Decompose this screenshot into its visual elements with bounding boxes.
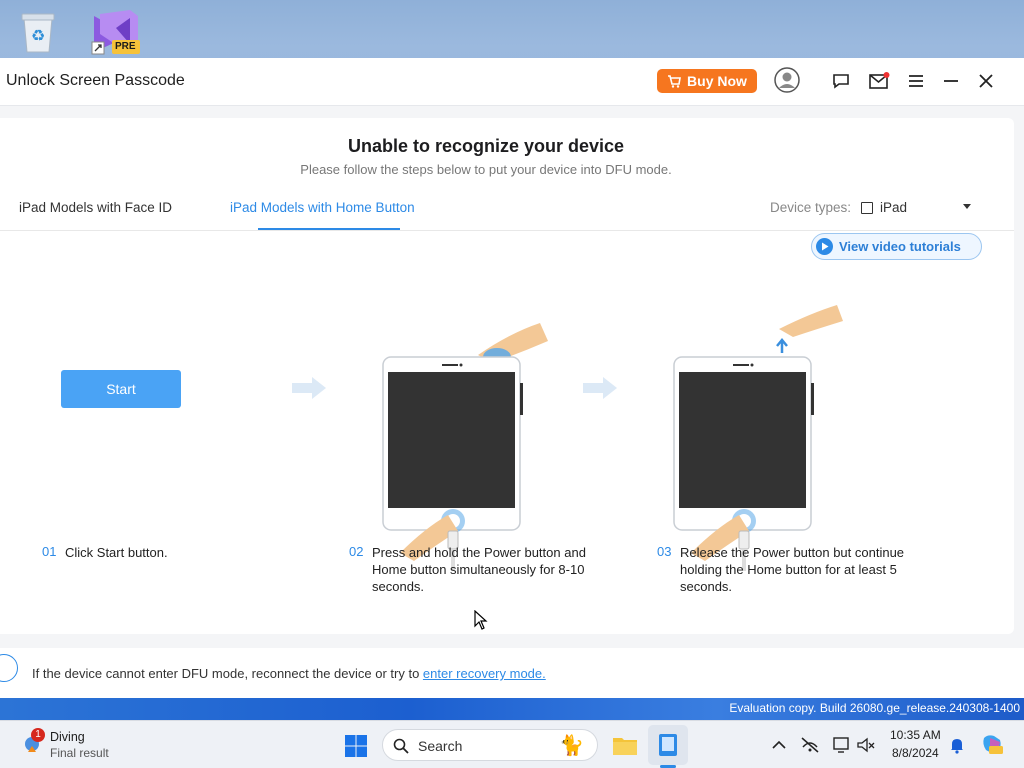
step-number: 01 — [42, 544, 57, 559]
recycle-bin-icon[interactable]: ♻ — [16, 8, 66, 56]
arrow-right-icon — [583, 377, 617, 399]
desktop-wallpaper-strip: Evaluation copy. Build 26080.ge_release.… — [0, 698, 1024, 720]
footer-hint: If the device cannot enter DFU mode, rec… — [32, 666, 546, 681]
taskbar-search[interactable]: Search 🐈 — [382, 729, 598, 761]
chevron-down-icon[interactable] — [963, 204, 971, 209]
step-number: 02 — [349, 544, 364, 559]
clock-time[interactable]: 10:35 AM — [890, 728, 941, 742]
tab-face-id[interactable]: iPad Models with Face ID — [19, 200, 172, 215]
widget-title[interactable]: Diving — [50, 730, 85, 744]
account-avatar-icon[interactable] — [774, 67, 800, 93]
ipad-illustration-step3 — [673, 305, 843, 571]
taskbar: 1 Diving Final result Search 🐈 10:35 AM … — [0, 720, 1024, 768]
step-number: 03 — [657, 544, 672, 559]
search-icon — [393, 738, 409, 754]
enter-recovery-mode-link[interactable]: enter recovery mode. — [423, 666, 546, 681]
device-type-checkbox[interactable] — [861, 202, 873, 214]
footer-bar: If the device cannot enter DFU mode, rec… — [0, 648, 1024, 698]
title-bar: Unlock Screen Passcode Buy Now — [0, 58, 1024, 106]
dfu-panel: Unable to recognize your device Please f… — [0, 118, 1014, 634]
visual-studio-preview-icon[interactable]: PRE — [90, 8, 140, 56]
close-icon[interactable] — [975, 70, 997, 92]
tabs-divider — [0, 230, 1014, 231]
copilot-icon[interactable] — [980, 732, 1004, 756]
volume-muted-icon[interactable] — [856, 735, 876, 755]
help-circle-icon — [0, 654, 18, 682]
device-type-value[interactable]: iPad — [880, 200, 907, 215]
page-title: Unable to recognize your device — [347, 136, 625, 156]
display-icon[interactable] — [832, 735, 852, 755]
window-title: Unlock Screen Passcode — [6, 72, 185, 89]
cart-icon — [668, 74, 681, 88]
play-icon — [816, 238, 833, 255]
mouse-cursor-icon — [474, 610, 488, 630]
start-button[interactable]: Start — [61, 370, 181, 408]
tab-home-button[interactable]: iPad Models with Home Button — [230, 200, 415, 215]
network-offline-icon[interactable] — [800, 735, 820, 755]
windows-start-icon[interactable] — [344, 734, 368, 758]
search-highlight-cat-icon: 🐈 — [559, 735, 584, 757]
notification-badge: 1 — [31, 728, 45, 742]
step-text: Click Start button. — [65, 545, 168, 560]
widget-subtitle[interactable]: Final result — [50, 746, 109, 760]
svg-text:♻: ♻ — [31, 26, 45, 45]
unlock-app-taskbar-icon[interactable] — [654, 731, 682, 759]
view-video-tutorials-button[interactable]: View video tutorials — [811, 233, 982, 260]
buy-now-button[interactable]: Buy Now — [657, 69, 757, 93]
buy-now-label: Buy Now — [687, 73, 747, 89]
step-text: Release the Power button but continue ho… — [680, 545, 905, 594]
minimize-icon[interactable] — [940, 70, 962, 92]
menu-icon[interactable] — [905, 70, 927, 92]
mail-icon[interactable] — [868, 70, 890, 92]
video-tutorials-label: View video tutorials — [839, 239, 961, 254]
clock-date[interactable]: 8/8/2024 — [892, 746, 939, 760]
arrow-right-icon — [292, 377, 326, 399]
evaluation-watermark: Evaluation copy. Build 26080.ge_release.… — [729, 701, 1020, 715]
device-types-label: Device types: — [770, 200, 852, 215]
file-explorer-icon[interactable] — [611, 731, 639, 759]
search-placeholder: Search — [418, 738, 463, 754]
step-text: Press and hold the Power button and Home… — [372, 545, 586, 594]
app-window: Unlock Screen Passcode Buy Now Unable to… — [0, 58, 1024, 720]
feedback-icon[interactable] — [830, 70, 852, 92]
notification-bell-icon[interactable] — [947, 735, 967, 755]
chevron-up-icon[interactable] — [769, 735, 789, 755]
ipad-illustration-step2 — [382, 323, 548, 571]
footer-hint-text: If the device cannot enter DFU mode, rec… — [32, 666, 423, 681]
page-subtitle: Please follow the steps below to put you… — [300, 162, 672, 177]
pre-badge: PRE — [115, 41, 136, 52]
